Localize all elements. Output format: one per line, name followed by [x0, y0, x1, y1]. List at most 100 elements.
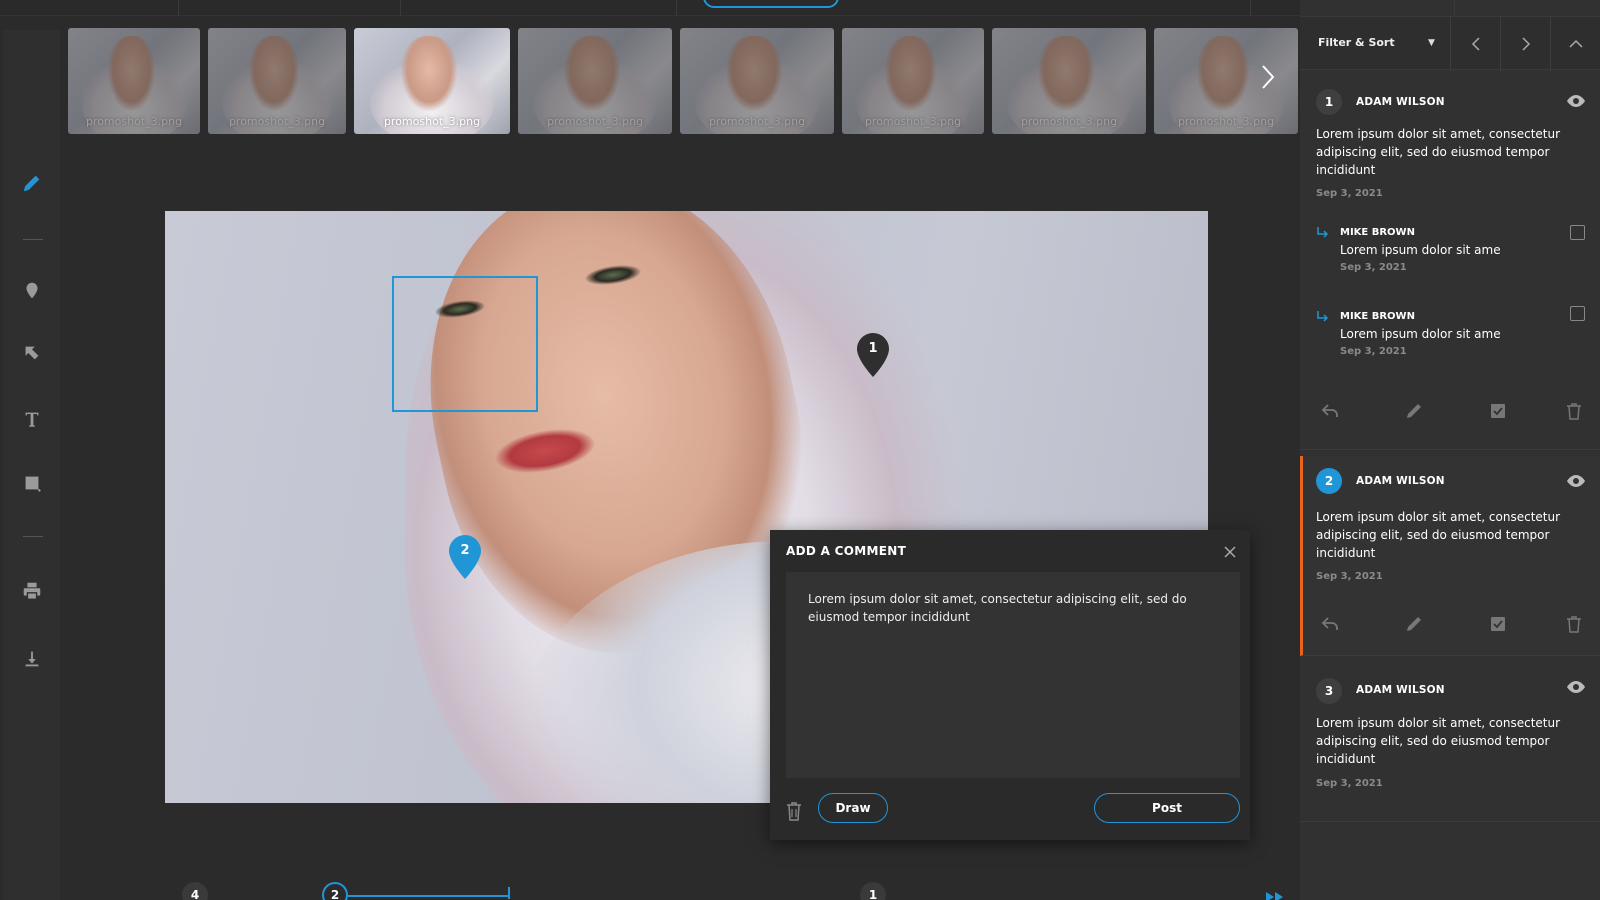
trash-icon[interactable] [1564, 401, 1584, 421]
add-comment-dialog: ADD A COMMENT Lorem ipsum dolor sit amet… [770, 530, 1250, 840]
comment-body: Lorem ipsum dolor sit amet, consectetur … [1316, 510, 1561, 560]
text-icon [25, 412, 38, 427]
thumbnail[interactable]: promoshot_3.png [208, 28, 346, 134]
top-toolbar [0, 0, 1300, 16]
arrow-icon [25, 346, 38, 360]
thumbnail[interactable]: promoshot_3.png [680, 28, 834, 134]
map-pin-icon [26, 282, 37, 299]
pin-tool[interactable] [3, 274, 60, 308]
comments-panel: Filter & Sort ▼ 1 ADAM WILSON Lorem ipsu… [1300, 0, 1600, 900]
thumbnail-label: promoshot_3.png [85, 115, 183, 128]
pencil-tool[interactable] [3, 166, 60, 200]
fast-forward-icon [1266, 892, 1283, 900]
comment-card[interactable]: 1 ADAM WILSON Lorem ipsum dolor sit amet… [1300, 71, 1600, 450]
arrow-tool[interactable] [3, 336, 60, 370]
close-icon [1224, 546, 1236, 558]
thumbnail-label: promoshot_3.png [546, 115, 644, 128]
rectangle-icon [25, 476, 41, 492]
toolbar-divider [178, 0, 179, 16]
reply-checkbox[interactable] [1570, 225, 1585, 240]
timeline-marker-active[interactable]: 2 [322, 882, 348, 900]
toolbar-divider [400, 0, 401, 16]
filter-sort-dropdown[interactable]: Filter & Sort [1318, 36, 1395, 49]
panel-tab-divider [1454, 0, 1455, 16]
post-button[interactable]: Post [1094, 793, 1240, 823]
toolbar-divider [676, 0, 677, 16]
dialog-title: ADD A COMMENT [786, 544, 907, 558]
toolbar-divider [1250, 0, 1251, 16]
download-tool[interactable] [3, 642, 60, 676]
rail-divider [23, 239, 43, 240]
trash-icon [787, 802, 801, 821]
thumbnail-label: promoshot_3.png [228, 115, 326, 128]
thumbnail[interactable]: promoshot_3.png [842, 28, 984, 134]
reply-body: Lorem ipsum dolor sit ame [1340, 327, 1501, 341]
text-tool[interactable] [3, 402, 60, 436]
timeline-marker[interactable]: 4 [182, 882, 208, 900]
comment-number-badge: 3 [1316, 678, 1342, 704]
timeline-range [348, 895, 510, 897]
reply-date: Sep 3, 2021 [1340, 262, 1407, 273]
delete-draft-button[interactable] [784, 800, 804, 822]
edit-icon[interactable] [1404, 614, 1424, 634]
thumbnail-label: promoshot_3.png [1020, 115, 1118, 128]
close-button[interactable] [1222, 544, 1238, 560]
trash-icon[interactable] [1564, 614, 1584, 634]
tool-rail [3, 30, 60, 900]
reply-icon[interactable] [1320, 401, 1340, 421]
comment-author: ADAM WILSON [1356, 475, 1445, 487]
top-tab-active[interactable] [703, 0, 839, 8]
comment-body: Lorem ipsum dolor sit amet, consectetur … [1316, 127, 1561, 177]
reply-date: Sep 3, 2021 [1340, 346, 1407, 357]
thumbnail-label: promoshot_3.png [1177, 115, 1275, 128]
resolve-checkbox-icon[interactable] [1488, 614, 1508, 634]
rectangle-tool[interactable] [3, 466, 60, 500]
rail-divider [23, 536, 43, 537]
draw-button[interactable]: Draw [818, 793, 888, 823]
comment-date: Sep 3, 2021 [1316, 188, 1383, 199]
reply-checkbox[interactable] [1570, 306, 1585, 321]
eye-icon[interactable] [1566, 680, 1586, 694]
panel-header: Filter & Sort ▼ [1300, 16, 1600, 71]
reply-arrow-icon [1317, 227, 1329, 238]
thumbnail-strip: promoshot_3.png promoshot_3.png promosho… [68, 28, 1298, 134]
comment-card-active[interactable]: 2 ADAM WILSON Lorem ipsum dolor sit amet… [1300, 456, 1600, 656]
reply-body: Lorem ipsum dolor sit ame [1340, 243, 1501, 257]
eye-icon[interactable] [1566, 94, 1586, 108]
collapse-panel-button[interactable] [1550, 17, 1600, 71]
reply-author: MIKE BROWN [1340, 227, 1415, 238]
timeline-marker[interactable]: 1 [860, 882, 886, 900]
thumbnail[interactable]: promoshot_3.png [992, 28, 1146, 134]
pencil-icon [23, 175, 39, 192]
comment-number-badge: 1 [1316, 89, 1342, 115]
thumbnail-label: promoshot_3.png [708, 115, 806, 128]
reply-icon[interactable] [1320, 614, 1340, 634]
comment-number-badge: 2 [1316, 468, 1342, 494]
pin-number: 1 [868, 341, 878, 356]
annotation-pin-1[interactable]: 1 [856, 332, 890, 378]
print-tool[interactable] [3, 574, 60, 608]
comment-date: Sep 3, 2021 [1316, 778, 1383, 789]
thumbnail[interactable]: promoshot_3.png [518, 28, 672, 134]
chevron-up-icon [1568, 39, 1583, 48]
fast-forward-button[interactable] [1265, 888, 1285, 900]
thumbnail-active[interactable]: promoshot_3.png [354, 28, 510, 134]
resolve-checkbox-icon[interactable] [1488, 401, 1508, 421]
thumbnail[interactable]: promoshot_3.png [68, 28, 200, 134]
reply-author: MIKE BROWN [1340, 311, 1415, 322]
edit-icon[interactable] [1404, 401, 1424, 421]
timeline-range-end[interactable] [508, 887, 510, 899]
thumbnails-next-button[interactable] [1254, 63, 1282, 91]
comment-body: Lorem ipsum dolor sit amet, consectetur … [1316, 716, 1561, 766]
selection-rectangle[interactable] [392, 276, 538, 412]
comment-textarea[interactable]: Lorem ipsum dolor sit amet, consectetur … [786, 572, 1240, 778]
next-comment-button[interactable] [1500, 17, 1550, 71]
app-root: promoshot_3.png promoshot_3.png promosho… [0, 0, 1600, 900]
comment-card[interactable]: 3 ADAM WILSON Lorem ipsum dolor sit amet… [1300, 662, 1600, 822]
eye-icon[interactable] [1566, 474, 1586, 488]
annotation-pin-2[interactable]: 2 [448, 534, 482, 580]
download-icon [25, 651, 38, 667]
thumbnail-label: promoshot_3.png [864, 115, 962, 128]
previous-comment-button[interactable] [1450, 17, 1500, 71]
comment-author: ADAM WILSON [1356, 684, 1445, 696]
